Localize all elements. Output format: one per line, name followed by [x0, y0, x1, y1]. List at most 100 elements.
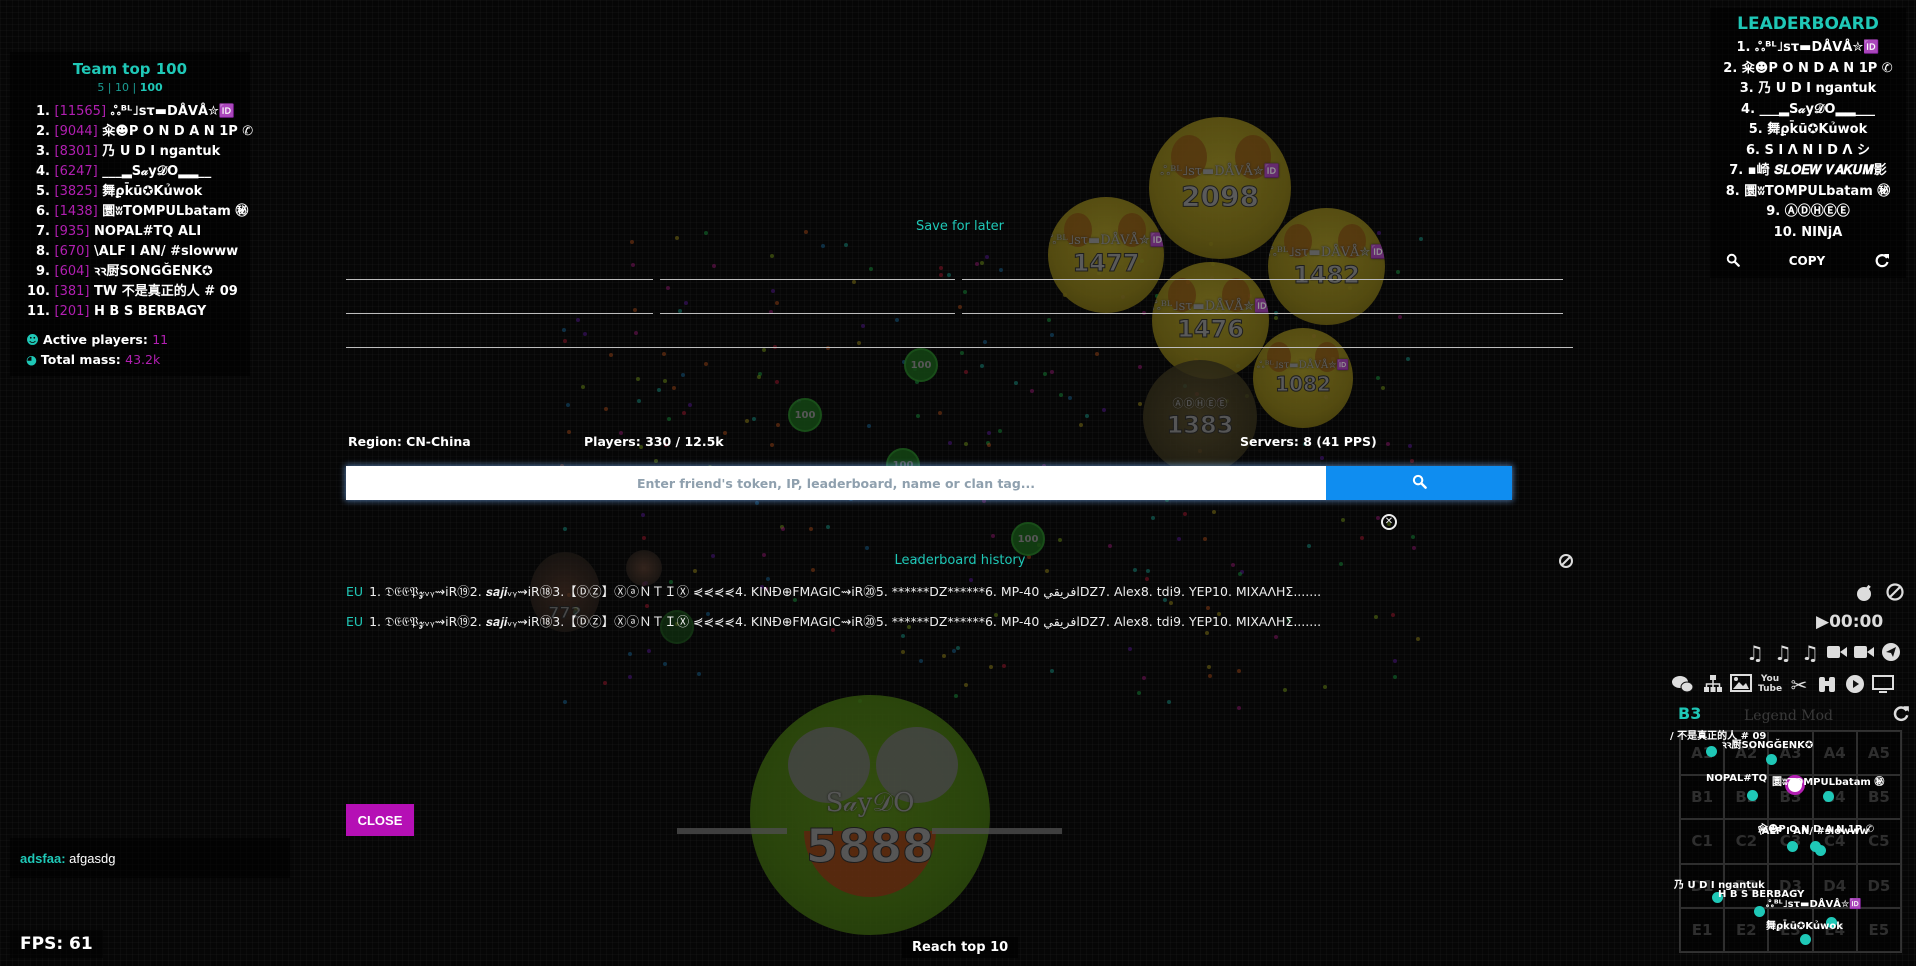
close-circle-icon[interactable]: ✕ [1381, 514, 1397, 530]
filter-10[interactable]: 10 [115, 81, 129, 94]
saved-slot[interactable] [346, 313, 653, 314]
saved-slot[interactable] [962, 279, 1563, 280]
team-member-rank: 7. [36, 224, 50, 239]
scissors-icon[interactable]: ✂ [1786, 674, 1812, 696]
leaderboard-panel: LEADERBOARD 1. ஃᴮᴸ˩ѕτ▬DÅVÅ✮🆔 2. 籴☻P O N D… [1710, 8, 1906, 278]
team-member-mass: [8301] [54, 144, 98, 159]
close-button[interactable]: CLOSE [346, 804, 414, 836]
minimap-sector: D5 [1856, 863, 1901, 908]
search-icon[interactable] [1726, 253, 1740, 270]
team-member-name: 圜ʬTOMPULbatam ㊙ [102, 204, 249, 219]
video-icon[interactable] [1851, 642, 1877, 664]
video-icon[interactable] [1824, 642, 1850, 664]
team-member-mass: [201] [54, 304, 90, 319]
team-member-mass: [9044] [54, 124, 98, 139]
youtube-icon[interactable]: You Tube [1757, 674, 1783, 694]
minimap-player-dot [1706, 746, 1717, 757]
team-member: 5. [3825] 舞ϼk̄ū✪Kủwok [10, 182, 250, 202]
minimap-player-dot [1787, 841, 1798, 852]
server-search-button[interactable] [1326, 466, 1512, 500]
team-member: 2. [9044] 籴☻P O N D A N 1P ✆ [10, 122, 253, 142]
telegram-icon[interactable] [1878, 642, 1904, 666]
total-mass-value: 43.2k [125, 352, 161, 367]
minimap-sector: E1 [1680, 907, 1725, 952]
refresh-icon[interactable] [1874, 252, 1890, 271]
ban-icon[interactable] [1882, 582, 1908, 606]
team-member-mass: [604] [54, 264, 90, 279]
filter-5[interactable]: 5 [97, 81, 104, 94]
leaderboard-entry: 9. ⒶⒹⒽⒺⒺ [1766, 204, 1850, 219]
team-member: 7. [935] NOPAL#TQ ALI [10, 222, 250, 242]
server-search-input[interactable] [346, 466, 1326, 500]
chat-icon[interactable] [1670, 674, 1696, 698]
music-icon[interactable]: ♫ [1797, 642, 1823, 664]
team-member-mass: [6247] [54, 164, 98, 179]
minimap-player-dot [1800, 934, 1811, 945]
copy-button[interactable]: COPY [1789, 254, 1826, 268]
leaderboard-entry: 6. S I Λ N I D Λ シ [1745, 142, 1871, 158]
minimap-player-label: \ALF I AN/ #slowww [1758, 826, 1869, 837]
team-member-list: 1. [11565] ஃᴮᴸ˩ѕτ▬DÅVÅ✮🆔 2. [9044] 籴☻P O … [10, 102, 253, 322]
total-mass-row: ◕ Total mass: 43.2k [26, 350, 250, 370]
saved-slot[interactable] [346, 279, 653, 280]
team-member-name: ___▂S𝒶y𝒟O▂▂__ [102, 164, 212, 179]
team-panel-title: Team top 100 [72, 60, 188, 78]
team-member-mass: [935] [54, 224, 90, 239]
minimap-sector: E5 [1856, 907, 1901, 952]
minimap-player-dot [1747, 790, 1758, 801]
team-member-name: \ALF I AN/ #slowww [94, 244, 239, 259]
minimap-player-label: 圜ʬTOMPULbatam ㊙ [1772, 777, 1885, 788]
saved-slot[interactable] [660, 279, 955, 280]
minimap-sector: C1 [1680, 819, 1725, 864]
ban-icon[interactable] [1558, 553, 1574, 569]
team-member-rank: 5. [36, 184, 50, 199]
music-icon[interactable]: ♫ [1742, 642, 1768, 664]
servers-info: Servers: 8 (41 PPS) [1240, 434, 1377, 449]
history-row[interactable]: EU 1. 𝔇𝔈𝔈𝔓𝔃ᵥᵧ⇝iR⑲2. 𝒔𝒂𝒋𝒊ᵥᵧ⇝iR⑱3.【ⒹⓏ】ⓍⓐＮＴＩ… [346, 611, 1321, 630]
music-icon[interactable]: ♫ [1770, 642, 1796, 664]
save-for-later-title: Save for later [915, 219, 1005, 234]
saved-slot[interactable] [660, 313, 955, 314]
team-member-mass: [3825] [54, 184, 98, 199]
bomb-icon[interactable] [1852, 582, 1878, 606]
team-member-name: 乃 U D I ngantuk [102, 144, 221, 159]
monitor-icon[interactable] [1870, 674, 1896, 698]
region-info: Region: CN-China [348, 434, 471, 449]
reach-top-hint: Reach top 10 [902, 937, 1019, 958]
saved-slot[interactable] [346, 347, 1573, 348]
team-member-rank: 10. [26, 284, 50, 299]
pacman-icon: ◕ [26, 352, 37, 367]
total-mass-label: Total mass: [40, 352, 121, 367]
recording-timer[interactable]: ▶00:00 [1816, 612, 1883, 632]
chat-box: adsfaa: afgasdg [10, 838, 290, 878]
team-member-rank: 6. [36, 204, 50, 219]
minimap-player-dot [1815, 845, 1826, 856]
play-circle-icon[interactable] [1842, 674, 1868, 698]
minimap-player-dot [1823, 791, 1834, 802]
leaderboard-entry: 5. 舞ϼk̄ū✪Kủwok [1748, 122, 1868, 137]
minimap-header: B3 Legend Mod [1678, 704, 1910, 728]
history-row[interactable]: EU 1. 𝔇𝔈𝔈𝔓𝔃ᵥᵧ⇝iR⑲2. 𝒔𝒂𝒋𝒊ᵥᵧ⇝iR⑱3.【ⒹⓏ】ⓍⓐＮＴＩ… [346, 581, 1321, 600]
team-member-name: NOPAL#TQ ALI [94, 224, 202, 239]
saved-slot[interactable] [962, 313, 1563, 314]
team-member-name: TW 不是真正的人 # 09 [94, 284, 238, 299]
leaderboard-entry: 7. ▪崎 𝑺𝑳𝑶𝑬𝑾 𝑽𝑨𝑲𝑼𝑴影 [1729, 163, 1887, 178]
team-member-name: 舞ϼk̄ū✪Kủwok [102, 184, 203, 199]
active-players-row: ☻ Active players: 11 [26, 330, 250, 350]
current-sector: B3 [1678, 704, 1702, 723]
leaderboard-entry: 10. NINjA [1773, 224, 1843, 240]
team-member-rank: 9. [36, 264, 50, 279]
leaderboard-title: LEADERBOARD [1737, 14, 1879, 34]
sitemap-icon[interactable] [1700, 674, 1726, 698]
binoculars-icon[interactable] [1814, 674, 1840, 698]
team-panel-filters: 5 | 10 | 100 [97, 81, 163, 94]
team-member: 10. [381] TW 不是真正的人 # 09 [10, 282, 250, 302]
minimap-player-label: ꝛꝛ厨SONGĞENK✪ [1722, 740, 1814, 751]
team-member-name: ꝛꝛ厨SONGĞENK✪ [94, 264, 213, 279]
minimap-player-label: NOPAL#TQ [1706, 773, 1768, 784]
image-icon[interactable] [1728, 674, 1754, 696]
team-member: 9. [604] ꝛꝛ厨SONGĞENK✪ [10, 262, 250, 282]
team-member-mass: [670] [54, 244, 90, 259]
refresh-icon[interactable] [1892, 704, 1910, 727]
filter-100[interactable]: 100 [140, 81, 163, 94]
